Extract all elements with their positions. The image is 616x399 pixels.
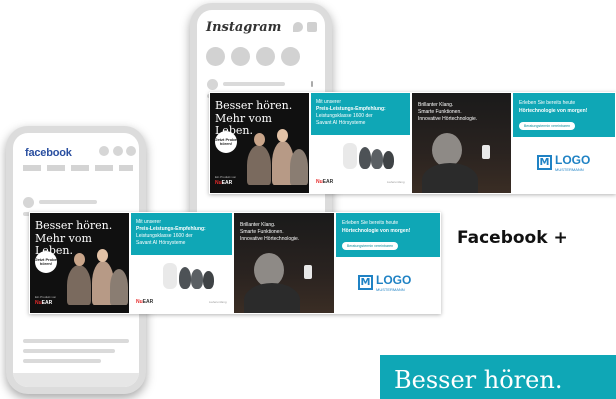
- post-text-placeholder: [23, 339, 129, 343]
- post-author-avatar[interactable]: [207, 79, 218, 90]
- brand-note: Ein Produkt von: [35, 295, 57, 299]
- hearing-aid-icon: [359, 147, 371, 169]
- product-line4: Savant AI Hörsysteme: [316, 120, 366, 126]
- heart-icon[interactable]: [293, 22, 303, 32]
- probe-hoeren-badge: Jetzt Probe hören!: [35, 251, 57, 273]
- man-portrait-body: [422, 163, 478, 193]
- ig-ad-card-product[interactable]: Mit unserer Preis-Leistungs-Empfehlung: …: [311, 93, 410, 193]
- fb-nav-tab[interactable]: [95, 165, 113, 171]
- brand-note: Ein Produkt von: [215, 175, 237, 179]
- people-illustration-head: [254, 133, 265, 146]
- facebook-plus-caption: Facebook +: [457, 228, 568, 248]
- beratungstermin-button[interactable]: Beratungstermin vereinbaren: [519, 122, 575, 130]
- lieferumfang-note: Lieferumfang: [209, 300, 227, 304]
- nuear-brand: NuEAR: [136, 299, 154, 305]
- fb-ad-card-product[interactable]: Mit unserer Preis-Leistungs-Empfehlung: …: [131, 213, 232, 313]
- product-line1: Mit unserer: [136, 219, 162, 225]
- logo-mark-icon: M: [358, 275, 373, 290]
- tech-line2: Smarte Funktionen.: [418, 109, 462, 115]
- post-text-placeholder: [23, 349, 115, 353]
- ad-headline-line1: Besser hören.: [215, 99, 293, 112]
- tech-line2: Smarte Funktionen.: [240, 229, 284, 235]
- people-illustration: [110, 269, 128, 305]
- story-avatar[interactable]: [231, 47, 250, 66]
- people-illustration-head: [97, 249, 108, 262]
- hearing-aid-icon: [191, 269, 203, 289]
- charger-case: [163, 263, 177, 289]
- people-illustration: [247, 145, 271, 185]
- post-author-placeholder: [223, 82, 285, 86]
- logo-subtitle: MUSTERMANN: [555, 167, 584, 172]
- post-author-avatar[interactable]: [23, 197, 34, 208]
- ad-headline-line1: Besser hören.: [35, 219, 113, 232]
- product-line4: Savant AI Hörsysteme: [136, 240, 186, 246]
- fb-ad-card-cta[interactable]: Erleben Sie bereits heute Hörtechnologie…: [336, 213, 440, 313]
- hearing-aid-icon: [371, 149, 383, 169]
- nuear-brand: NuEAR: [215, 180, 233, 186]
- tech-line1: Brillanter Klang.: [418, 102, 454, 108]
- post-text-placeholder: [23, 359, 101, 363]
- hearing-aid-icon: [179, 267, 191, 289]
- people-illustration: [290, 149, 308, 185]
- ig-ad-card-technology[interactable]: Brillanter Klang. Smarte Funktionen. Inn…: [412, 93, 511, 193]
- story-avatar[interactable]: [256, 47, 275, 66]
- cta-line2: Hörtechnologie von morgen!: [519, 108, 588, 114]
- smartphone-icon: [304, 265, 312, 279]
- charger-case: [343, 143, 357, 169]
- post-author-placeholder: [39, 200, 97, 204]
- beratungstermin-button[interactable]: Beratungstermin vereinbaren: [342, 242, 398, 250]
- story-avatar[interactable]: [281, 47, 300, 66]
- man-portrait: [432, 133, 462, 167]
- fb-nav-tab[interactable]: [71, 165, 89, 171]
- product-line2: Preis-Leistungs-Empfehlung:: [136, 226, 206, 232]
- ig-ad-card-cta[interactable]: Erleben Sie bereits heute Hörtechnologie…: [513, 93, 615, 193]
- logo-subtitle: MUSTERMANN: [376, 287, 405, 292]
- bottom-bar: [13, 373, 139, 387]
- product-line3: Leistungsklasse 1600 der: [136, 233, 193, 239]
- logo-word: LOGO: [376, 273, 412, 287]
- instagram-app-title: Instagram: [206, 20, 282, 35]
- people-illustration: [67, 265, 91, 305]
- cta-line2: Hörtechnologie von morgen!: [342, 228, 411, 234]
- tech-line3: Innovative Hörtechnologie.: [240, 236, 300, 242]
- facebook-app-title: facebook: [25, 147, 72, 159]
- more-options-icon[interactable]: [311, 81, 313, 87]
- logo-mark-icon: M: [537, 155, 552, 170]
- tech-line3: Innovative Hörtechnologie.: [418, 116, 478, 122]
- menu-icon[interactable]: [126, 146, 136, 156]
- fb-ad-card-technology[interactable]: Brillanter Klang. Smarte Funktionen. Inn…: [234, 213, 334, 313]
- fb-nav-tab[interactable]: [23, 165, 41, 171]
- hearing-aid-icon: [383, 151, 394, 169]
- product-line3: Leistungsklasse 1600 der: [316, 113, 373, 119]
- cta-line1: Erleben Sie bereits heute: [519, 100, 576, 106]
- lieferumfang-note: Lieferumfang: [387, 180, 405, 184]
- fb-ad-card-headline[interactable]: Besser hören. Mehr vom Leben. Jetzt Prob…: [30, 213, 129, 313]
- cta-line1: Erleben Sie bereits heute: [342, 220, 399, 226]
- people-illustration-head: [74, 253, 85, 266]
- fb-nav-tab[interactable]: [119, 165, 133, 171]
- man-portrait-body: [244, 283, 300, 313]
- nuear-brand: NuEAR: [316, 179, 334, 185]
- ig-ad-card-headline[interactable]: Besser hören. Mehr vom Leben. Jetzt Prob…: [210, 93, 309, 193]
- product-line2: Preis-Leistungs-Empfehlung:: [316, 106, 386, 112]
- messenger-icon[interactable]: [113, 146, 123, 156]
- send-icon[interactable]: [307, 22, 317, 32]
- search-icon[interactable]: [99, 146, 109, 156]
- people-illustration-head: [277, 129, 288, 142]
- banner-headline: Besser hören.: [394, 366, 563, 394]
- product-line1: Mit unserer: [316, 99, 342, 105]
- tech-line1: Brillanter Klang.: [240, 222, 276, 228]
- smartphone-icon: [482, 145, 490, 159]
- hearing-aid-icon: [203, 271, 214, 289]
- man-portrait: [254, 253, 284, 287]
- teal-banner-preview: Besser hören.: [380, 355, 616, 399]
- fb-nav-tab[interactable]: [47, 165, 65, 171]
- logo-word: LOGO: [555, 153, 591, 167]
- probe-hoeren-badge: Jetzt Probe hören!: [215, 131, 237, 153]
- story-avatar[interactable]: [206, 47, 225, 66]
- nuear-brand: NuEAR: [35, 300, 53, 306]
